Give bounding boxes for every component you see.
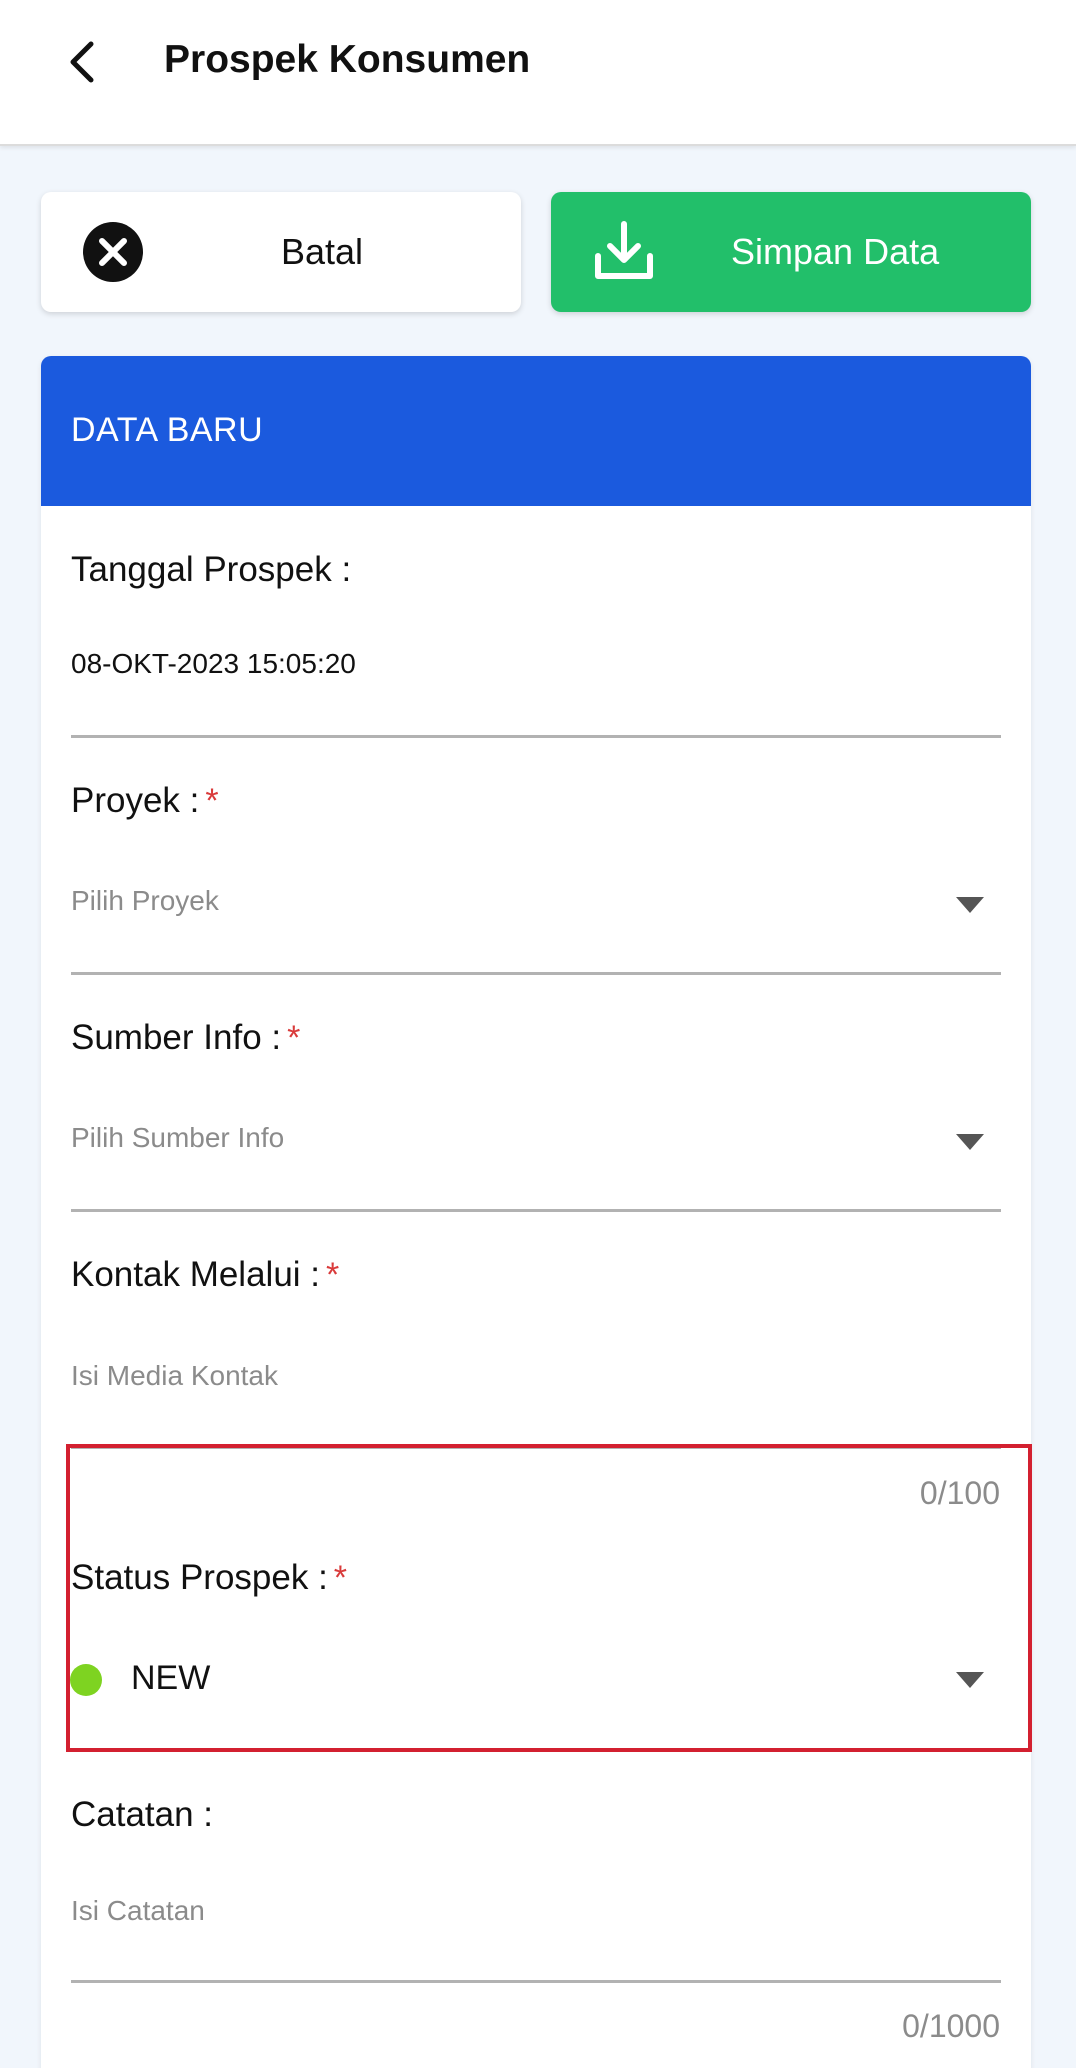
proyek-dropdown[interactable]: Pilih Proyek	[71, 860, 1001, 970]
cancel-button[interactable]: Batal	[41, 192, 521, 312]
required-asterisk: *	[326, 1256, 340, 1294]
card-header-title: DATA BARU	[71, 411, 264, 449]
cancel-label: Batal	[281, 231, 364, 272]
sumber-info-underline	[71, 1209, 1001, 1212]
page-title: Prospek Konsumen	[164, 38, 531, 81]
sumber-info-label: Sumber Info : *	[71, 1018, 301, 1057]
save-data-label: Simpan Data	[731, 231, 940, 272]
tanggal-prospek-label: Tanggal Prospek :	[71, 550, 352, 589]
catatan-placeholder: Isi Catatan	[71, 1895, 205, 1926]
kontak-melalui-placeholder: Isi Media Kontak	[71, 1360, 278, 1391]
card-header: DATA BARU	[41, 356, 1031, 506]
app-bar: Prospek Konsumen	[0, 0, 1076, 146]
close-circle-icon	[83, 222, 143, 282]
required-asterisk: *	[287, 1019, 301, 1057]
kontak-melalui-label: Kontak Melalui : *	[71, 1255, 340, 1294]
tanggal-prospek-underline	[71, 735, 1001, 738]
proyek-placeholder: Pilih Proyek	[71, 885, 219, 916]
save-data-button[interactable]: Simpan Data	[551, 192, 1031, 312]
tanggal-prospek-value: 08-OKT-2023 15:05:20	[71, 648, 356, 679]
back-button[interactable]	[52, 30, 112, 94]
chevron-left-icon	[70, 41, 94, 83]
kontak-melalui-input[interactable]: Isi Media Kontak	[71, 1335, 1001, 1445]
catatan-character-counter: 0/1000	[902, 2008, 1000, 2044]
sumber-info-dropdown[interactable]: Pilih Sumber Info	[71, 1097, 1001, 1207]
catatan-input[interactable]: Isi Catatan	[71, 1870, 1001, 1980]
sumber-info-placeholder: Pilih Sumber Info	[71, 1122, 285, 1153]
chevron-down-icon	[956, 897, 984, 913]
chevron-down-icon	[956, 1134, 984, 1150]
download-icon	[593, 220, 655, 282]
required-asterisk: *	[205, 782, 219, 820]
catatan-underline	[71, 1980, 1001, 1983]
proyek-underline	[71, 972, 1001, 975]
catatan-label: Catatan :	[71, 1795, 214, 1834]
highlight-box	[66, 1444, 1032, 1752]
proyek-label: Proyek : *	[71, 781, 219, 820]
